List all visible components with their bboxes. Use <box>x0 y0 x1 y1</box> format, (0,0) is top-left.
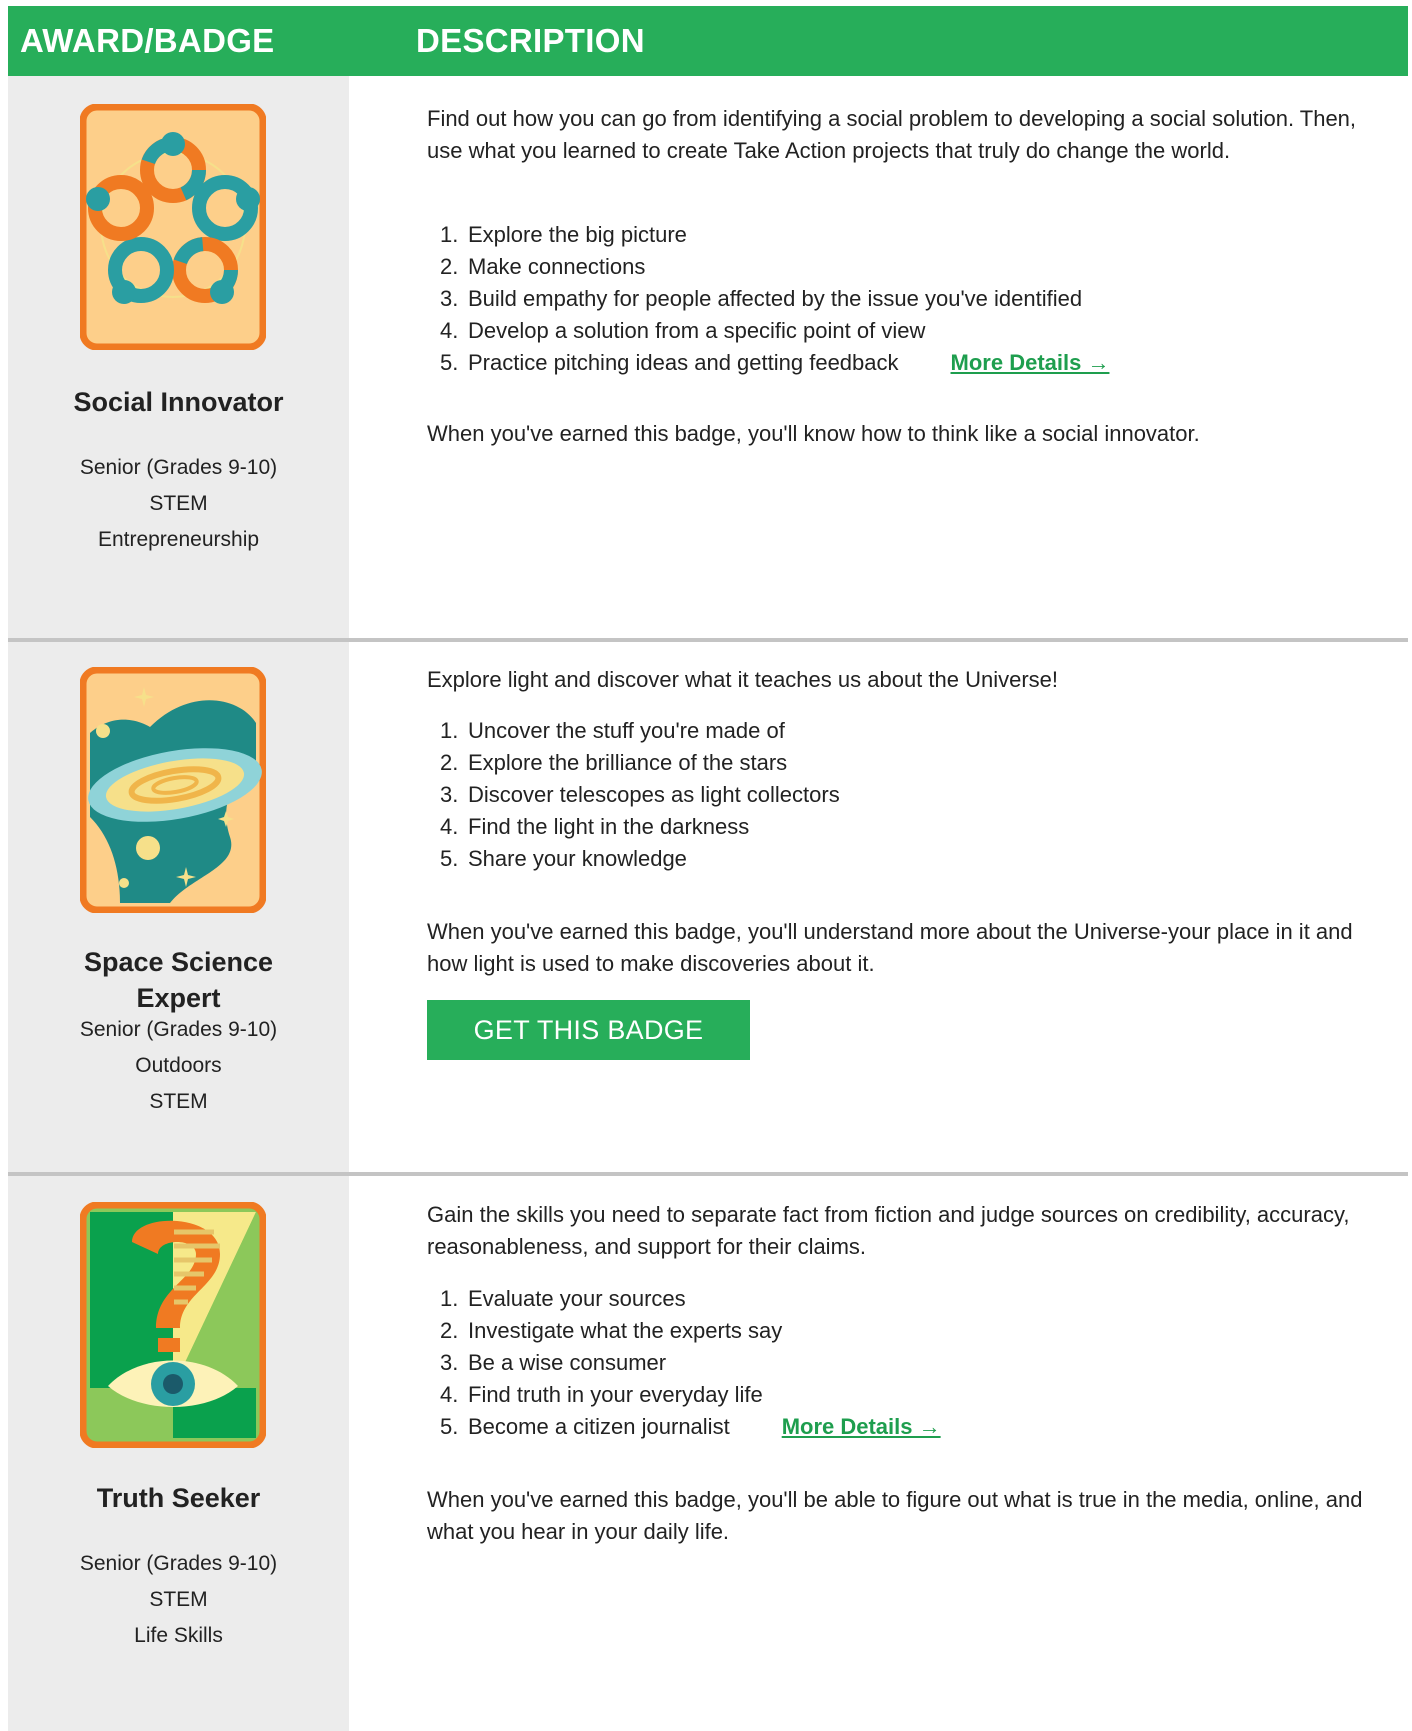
badge-steps: 1. Evaluate your sources 2. Investigate wh… <box>440 1283 941 1443</box>
badge-name-line: Expert <box>136 983 221 1013</box>
badge-category: Outdoors <box>135 1054 222 1077</box>
badge-intro: Explore light and discover what it teach… <box>427 667 1059 692</box>
badge-intro: Gain the skills you need to separate fac… <box>427 1202 1350 1259</box>
step-text: Uncover the stuff you're made of <box>468 718 785 743</box>
space-science-badge-icon[interactable] <box>80 667 266 913</box>
list-item: 5. Become a citizen journalist More Detail… <box>440 1411 941 1443</box>
badge-outro: When you've earned this badge, you'll kn… <box>427 421 1200 446</box>
badge-category: Entrepreneurship <box>97 528 260 551</box>
step-text: Make connections <box>468 254 646 279</box>
list-item: 2. Explore the brilliance of the stars <box>440 747 840 779</box>
step-number: 5. <box>440 1414 459 1439</box>
list-item: 2. Make connections <box>440 251 1109 283</box>
step-text: Be a wise consumer <box>468 1350 667 1375</box>
get-this-badge-button[interactable]: GET THIS BADGE <box>427 1000 750 1060</box>
list-item: 5. Share your knowledge <box>440 843 840 875</box>
step-text: Evaluate your sources <box>468 1286 686 1311</box>
list-item: 4. Develop a solution from a specific poi… <box>440 315 1109 347</box>
row-divider <box>8 638 1408 642</box>
badge-table: AWARD/BADGE DESCRIPTION Social Innovator <box>0 0 1412 1731</box>
list-item: 1. Explore the big picture <box>440 219 1109 251</box>
step-text: Find truth in your everyday life <box>468 1382 763 1407</box>
badge-name-line: Space Science <box>83 947 274 977</box>
step-text: Explore the big picture <box>468 222 687 247</box>
row-divider <box>8 1172 1408 1176</box>
step-number: 2. <box>440 254 459 279</box>
column-header-award: AWARD/BADGE <box>20 22 275 59</box>
step-text: Investigate what the experts say <box>468 1318 783 1343</box>
table-header: AWARD/BADGE DESCRIPTION <box>8 6 1408 76</box>
step-number: 1. <box>440 718 459 743</box>
step-text: Develop a solution from a specific point… <box>468 318 926 343</box>
more-details-link[interactable]: More Details → <box>782 1414 941 1439</box>
step-text: Explore the brilliance of the stars <box>468 750 788 775</box>
badge-level: Senior (Grades 9-10) <box>79 456 278 479</box>
badge-category: STEM <box>149 1588 208 1611</box>
step-text: Share your knowledge <box>468 846 687 871</box>
step-number: 2. <box>440 750 459 775</box>
list-item: 3. Be a wise consumer <box>440 1347 941 1379</box>
step-number: 4. <box>440 814 459 839</box>
step-number: 1. <box>440 1286 459 1311</box>
badge-meta: Senior (Grades 9-10) STEM Entrepreneursh… <box>8 450 349 558</box>
list-item: 4. Find truth in your everyday life <box>440 1379 941 1411</box>
badge-steps: 1. Explore the big picture 2. Make connect… <box>440 219 1109 379</box>
step-number: 3. <box>440 286 459 311</box>
list-item: 5. Practice pitching ideas and getting fe… <box>440 347 1109 379</box>
list-item: 1. Evaluate your sources <box>440 1283 941 1315</box>
badge-outro: When you've earned this badge, you'll be… <box>427 1487 1363 1544</box>
badge-name[interactable]: Space Science Expert <box>8 944 349 1016</box>
badge-intro: Find out how you can go from identifying… <box>427 106 1357 163</box>
step-number: 2. <box>440 1318 459 1343</box>
more-details-link[interactable]: More Details → <box>951 350 1110 375</box>
badge-outro: When you've earned this badge, you'll un… <box>427 919 1353 976</box>
badge-meta: Senior (Grades 9-10) STEM Life Skills <box>8 1546 349 1654</box>
column-header-description: DESCRIPTION <box>416 22 645 59</box>
step-number: 3. <box>440 1350 459 1375</box>
list-item: 1. Uncover the stuff you're made of <box>440 715 840 747</box>
step-text: Become a citizen journalist <box>468 1414 730 1439</box>
badge-name[interactable]: Social Innovator <box>8 384 349 420</box>
badge-name[interactable]: Truth Seeker <box>8 1480 349 1516</box>
step-number: 5. <box>440 350 459 375</box>
list-item: 3. Build empathy for people affected by t… <box>440 283 1109 315</box>
list-item: 4. Find the light in the darkness <box>440 811 840 843</box>
step-text: Build empathy for people affected by the… <box>468 286 1083 311</box>
badge-category: STEM <box>149 1090 208 1113</box>
step-text: Find the light in the darkness <box>468 814 750 839</box>
social-innovator-badge-icon[interactable] <box>80 104 266 350</box>
badge-category: STEM <box>149 492 208 515</box>
badge-category: Life Skills <box>134 1624 223 1647</box>
step-number: 4. <box>440 318 459 343</box>
step-number: 5. <box>440 846 459 871</box>
step-number: 4. <box>440 1382 459 1407</box>
step-number: 3. <box>440 782 459 807</box>
step-number: 1. <box>440 222 459 247</box>
badge-meta: Senior (Grades 9-10) Outdoors STEM <box>8 1012 349 1120</box>
badge-level: Senior (Grades 9-10) <box>79 1552 278 1575</box>
truth-seeker-badge-icon[interactable] <box>80 1202 266 1448</box>
list-item: 2. Investigate what the experts say <box>440 1315 941 1347</box>
badge-steps: 1. Uncover the stuff you're made of 2. Exp… <box>440 715 840 875</box>
list-item: 3. Discover telescopes as light collector… <box>440 779 840 811</box>
badge-level: Senior (Grades 9-10) <box>79 1018 278 1041</box>
step-text: Discover telescopes as light collectors <box>468 782 840 807</box>
step-text: Practice pitching ideas and getting feed… <box>468 350 899 375</box>
